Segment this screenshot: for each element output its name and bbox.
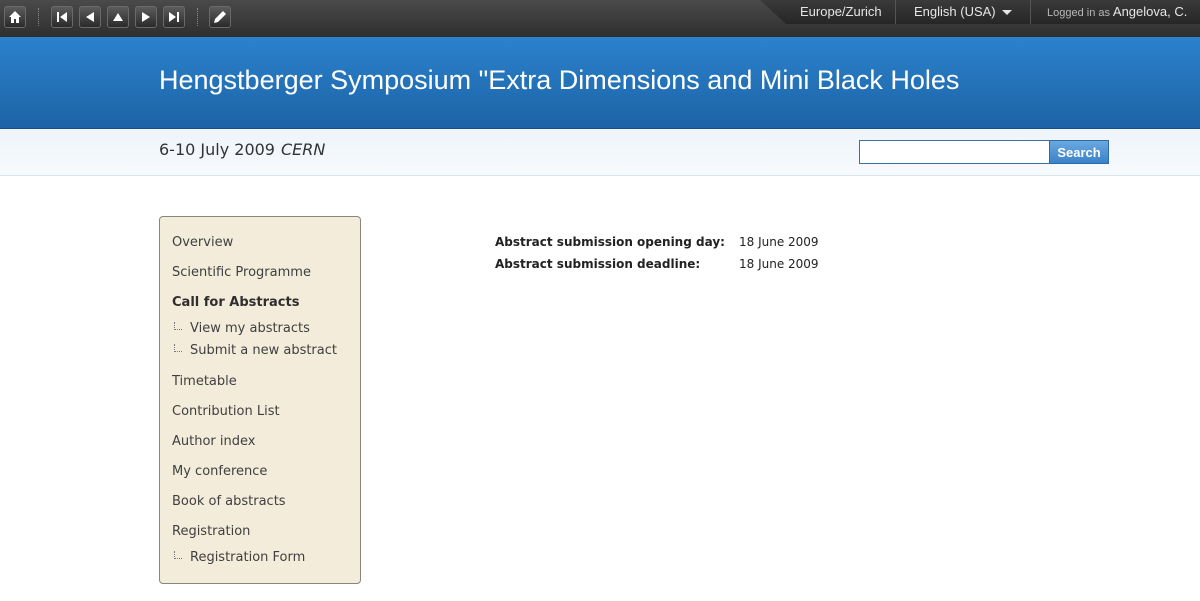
up-icon [113, 13, 123, 21]
sidebar-item-my-conference[interactable]: My conference [172, 464, 267, 479]
sidebar-subitem-label: View my abstracts [190, 321, 310, 336]
sidebar-item-timetable[interactable]: Timetable [172, 374, 237, 389]
tree-branch-icon [174, 322, 182, 330]
user-name: Angelova, C. [1112, 4, 1188, 19]
pencil-icon [214, 11, 226, 23]
home-icon [9, 11, 21, 23]
user-bar-divider [1030, 0, 1031, 24]
user-bar: Europe/Zurich English (USA) Logged in as… [760, 0, 1200, 24]
sidebar-item-overview[interactable]: Overview [172, 235, 233, 250]
top-toolbar: Europe/Zurich English (USA) Logged in as… [0, 0, 1200, 37]
sidebar-item-author-index[interactable]: Author index [172, 434, 255, 449]
conference-date: 6-10 July 2009 [159, 140, 275, 159]
sidebar-item-book-of-abstracts[interactable]: Book of abstracts [172, 494, 286, 509]
previous-button[interactable] [79, 6, 101, 28]
up-button[interactable] [107, 6, 129, 28]
search-button[interactable]: Search [1049, 140, 1109, 164]
search-input[interactable] [859, 140, 1050, 164]
sidebar-menu: Overview Scientific Programme Call for A… [159, 216, 361, 584]
toolbar-divider [197, 8, 198, 26]
first-button[interactable] [51, 6, 73, 28]
next-button[interactable] [135, 6, 157, 28]
abstract-opening-value: 18 June 2009 [739, 235, 819, 249]
next-icon [142, 12, 150, 22]
edit-button[interactable] [209, 6, 231, 28]
toolbar-divider [38, 8, 39, 26]
sidebar-item-registration[interactable]: Registration [172, 524, 250, 539]
sidebar-item-call-for-abstracts[interactable]: Call for Abstracts [172, 295, 299, 310]
abstract-deadline-row: Abstract submission deadline: 18 June 200… [495, 257, 819, 271]
user-menu[interactable]: Logged in as Angelova, C. [1047, 4, 1187, 19]
conference-place: CERN [280, 140, 326, 159]
last-icon [169, 12, 179, 22]
tree-branch-icon [174, 551, 182, 559]
sidebar-item-scientific-programme[interactable]: Scientific Programme [172, 265, 311, 280]
first-icon [57, 12, 67, 22]
logged-in-label: Logged in as [1047, 7, 1110, 19]
abstract-opening-row: Abstract submission opening day: 18 June … [495, 235, 819, 249]
sidebar-subitem-submit-new-abstract[interactable]: Submit a new abstract [174, 343, 337, 358]
home-button[interactable] [4, 6, 26, 28]
sidebar-subitem-label: Submit a new abstract [190, 343, 337, 358]
chevron-down-icon [1001, 10, 1012, 16]
abstract-deadline-value: 18 June 2009 [739, 257, 819, 271]
previous-icon [86, 12, 94, 22]
timezone-link[interactable]: Europe/Zurich [800, 4, 882, 19]
last-button[interactable] [163, 6, 185, 28]
sidebar-item-contribution-list[interactable]: Contribution List [172, 404, 280, 419]
page-title[interactable]: Hengstberger Symposium "Extra Dimensions… [159, 65, 959, 96]
conference-dates-place: 6-10 July 2009 CERN [159, 140, 325, 159]
language-selector[interactable]: English (USA) [914, 4, 1012, 19]
user-bar-divider [895, 0, 896, 24]
abstract-opening-label: Abstract submission opening day: [495, 235, 725, 249]
conference-banner: Hengstberger Symposium "Extra Dimensions… [0, 37, 1200, 129]
sidebar-subitem-view-my-abstracts[interactable]: View my abstracts [174, 321, 310, 336]
sidebar-subitem-registration-form[interactable]: Registration Form [174, 550, 305, 565]
conference-subheader: 6-10 July 2009 CERN Search [0, 129, 1200, 176]
sidebar-subitem-label: Registration Form [190, 550, 306, 565]
language-label: English (USA) [914, 4, 996, 19]
tree-branch-icon [174, 344, 182, 352]
abstract-deadline-label: Abstract submission deadline: [495, 257, 701, 271]
